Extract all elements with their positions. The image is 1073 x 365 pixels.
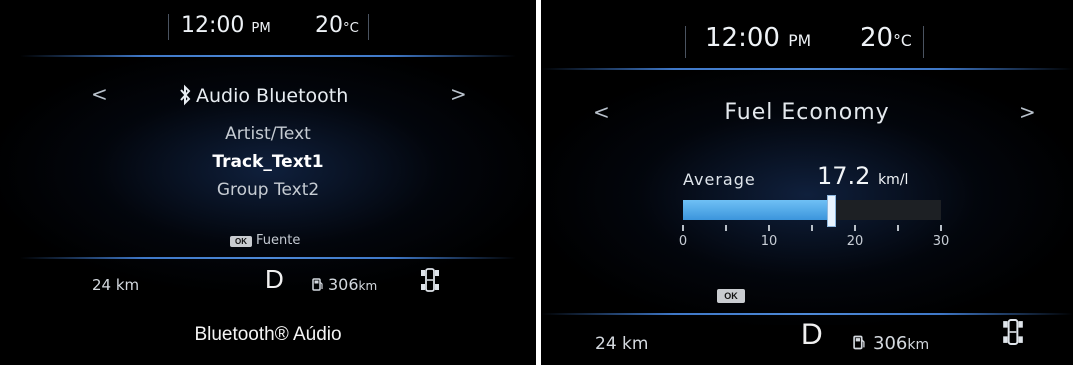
gauge-tick <box>768 225 770 231</box>
average-value: 17.2 <box>817 162 871 190</box>
ok-action-label: Fuente <box>256 233 301 248</box>
screen-title-text: Audio Bluetooth <box>196 85 349 107</box>
time-value: 12:00 <box>705 23 780 53</box>
fuel-pump-icon <box>853 335 865 350</box>
temperature-unit: °C <box>343 21 359 36</box>
temperature-unit: °C <box>893 32 912 50</box>
trip-distance: 24 km <box>595 334 649 354</box>
time-suffix: PM <box>788 32 812 50</box>
fuel-pump-icon <box>312 278 323 291</box>
top-divider <box>20 55 516 57</box>
average-label: Average <box>683 170 756 189</box>
gauge-marker <box>827 195 836 227</box>
nav-prev-arrow[interactable]: < <box>91 82 108 106</box>
gauge-tick <box>940 225 942 231</box>
gauge-tick <box>725 225 727 231</box>
time-suffix: PM <box>251 21 271 36</box>
range-unit: km <box>358 279 378 293</box>
temperature-value: 20 <box>315 13 343 38</box>
temperature-value: 20 <box>860 23 894 53</box>
range-unit: km <box>907 337 930 353</box>
gear-indicator: D <box>801 318 823 351</box>
trip-distance: 24 km <box>92 276 140 294</box>
gauge-tick <box>854 225 856 231</box>
screen-title: Fuel Economy <box>724 100 890 125</box>
gauge-tick <box>811 225 813 231</box>
gauge-ticks: 0 10 20 30 <box>679 225 949 255</box>
gear-indicator: D <box>265 264 284 294</box>
track-text: Track_Text1 <box>212 152 324 172</box>
caption-strip: Bluetooth® Aúdio <box>0 310 536 365</box>
temperature-display: 20°C <box>860 23 912 53</box>
artist-text: Artist/Text <box>225 124 311 144</box>
left-display-screen: 12:00 PM 20°C < > Audio Bluetooth Artist… <box>0 0 536 310</box>
time-value: 12:00 <box>181 13 245 38</box>
ok-button[interactable]: OK <box>717 289 745 303</box>
gauge-fill <box>683 200 831 220</box>
fuel-economy-gauge <box>683 195 941 227</box>
average-unit: km/l <box>878 172 909 188</box>
bluetooth-icon <box>180 84 191 106</box>
gauge-tick-label: 10 <box>760 234 778 249</box>
range-display: 306km <box>312 275 377 294</box>
range-value: 306 <box>328 275 359 294</box>
top-divider <box>541 68 1073 70</box>
time-display: 12:00 PM <box>181 13 271 38</box>
right-display-screen: 12:00 PM 20°C < > Fuel Economy Average 1… <box>541 0 1073 365</box>
bottom-divider <box>541 313 1073 315</box>
gauge-tick <box>682 225 684 231</box>
range-value: 306 <box>873 333 908 354</box>
screen-title: Audio Bluetooth <box>178 84 348 107</box>
nav-next-arrow[interactable]: > <box>450 82 467 106</box>
time-display: 12:00 PM <box>705 23 811 53</box>
gauge-tick-label: 0 <box>678 234 688 249</box>
temperature-display: 20°C <box>315 13 359 38</box>
ok-button[interactable]: OK <box>230 236 252 247</box>
bottom-divider <box>20 257 516 259</box>
gauge-tick-label: 30 <box>932 234 950 249</box>
vehicle-status-icon <box>1003 319 1023 345</box>
gauge-tick <box>897 225 899 231</box>
vehicle-status-icon <box>421 268 439 292</box>
average-readout: 17.2 km/l <box>817 162 908 190</box>
group-text: Group Text2 <box>216 180 320 200</box>
screen-caption: Bluetooth® Aúdio <box>194 324 342 345</box>
gauge-tick-label: 20 <box>846 234 864 249</box>
range-display: 306km <box>853 333 929 354</box>
